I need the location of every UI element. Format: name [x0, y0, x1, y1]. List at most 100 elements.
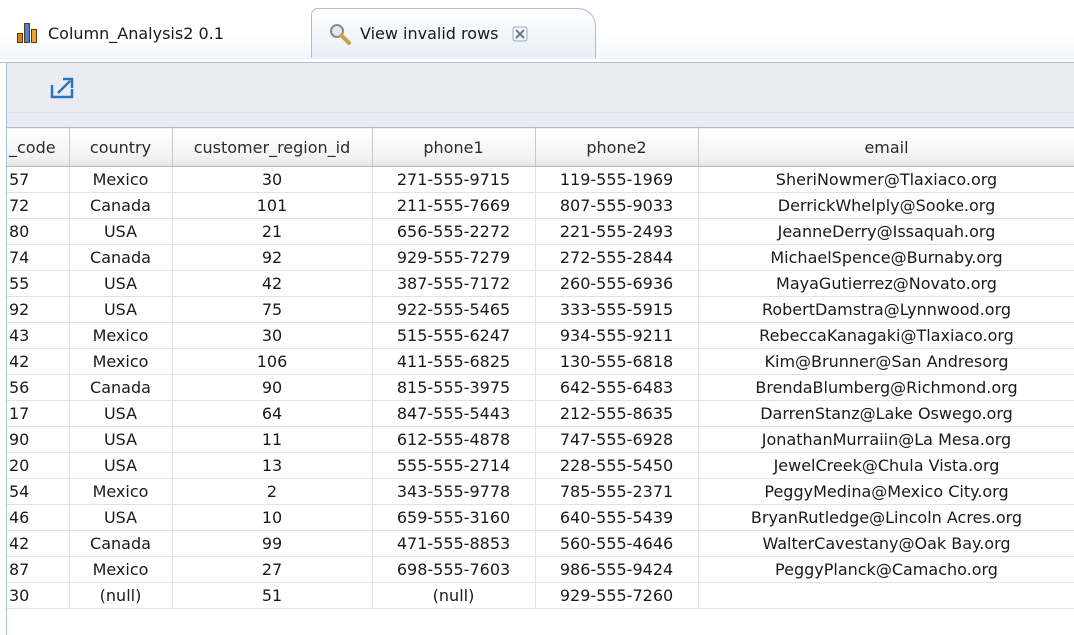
cell-email[interactable]: JonathanMurraiin@La Mesa.org	[698, 426, 1074, 453]
cell-customer-region-id[interactable]: 106	[172, 348, 373, 375]
cell-customer-region-id[interactable]: 101	[172, 192, 373, 219]
cell-phone2[interactable]: 747-555-6928	[535, 426, 699, 453]
column-header-email[interactable]: email	[698, 127, 1074, 167]
cell-phone2[interactable]: 642-555-6483	[535, 374, 699, 401]
cell-email[interactable]: MichaelSpence@Burnaby.org	[698, 244, 1074, 271]
cell-phone1[interactable]: 387-555-7172	[372, 270, 536, 297]
cell-phone1[interactable]: 555-555-2714	[372, 452, 536, 479]
cell-code[interactable]: 46	[7, 504, 70, 531]
table-row[interactable]: 46 USA 10 659-555-3160 640-555-5439 BryanRutl…	[7, 504, 1074, 531]
cell-customer-region-id[interactable]: 2	[172, 478, 373, 505]
cell-phone1[interactable]: 815-555-3975	[372, 374, 536, 401]
cell-phone1[interactable]: 929-555-7279	[372, 244, 536, 271]
table-row[interactable]: 55 USA 42 387-555-7172 260-555-6936 MayaGutie…	[7, 270, 1074, 297]
cell-phone1[interactable]: 922-555-5465	[372, 296, 536, 323]
cell-customer-region-id[interactable]: 90	[172, 374, 373, 401]
cell-customer-region-id[interactable]: 13	[172, 452, 373, 479]
cell-phone2[interactable]: 130-555-6818	[535, 348, 699, 375]
cell-phone2[interactable]: 272-555-2844	[535, 244, 699, 271]
cell-country[interactable]: USA	[69, 218, 173, 245]
cell-email[interactable]: DerrickWhelply@Sooke.org	[698, 192, 1074, 219]
tab-column-analysis[interactable]: Column_Analysis2 0.1	[6, 8, 311, 58]
cell-code[interactable]: 42	[7, 348, 70, 375]
cell-customer-region-id[interactable]: 10	[172, 504, 373, 531]
cell-country[interactable]: Mexico	[69, 348, 173, 375]
cell-phone1[interactable]: 411-555-6825	[372, 348, 536, 375]
cell-code[interactable]: 56	[7, 374, 70, 401]
cell-code[interactable]: 74	[7, 244, 70, 271]
table-row[interactable]: 30 (null) 51 (null) 929-555-7260	[7, 582, 1074, 609]
cell-country[interactable]: USA	[69, 296, 173, 323]
cell-phone2[interactable]: 333-555-5915	[535, 296, 699, 323]
cell-code[interactable]: 30	[7, 582, 70, 609]
cell-phone1[interactable]: 515-555-6247	[372, 322, 536, 349]
cell-code[interactable]: 87	[7, 556, 70, 583]
table-row[interactable]: 72 Canada 101 211-555-7669 807-555-9033 Derri…	[7, 192, 1074, 219]
cell-phone2[interactable]: 640-555-5439	[535, 504, 699, 531]
cell-phone2[interactable]: 212-555-8635	[535, 400, 699, 427]
cell-phone2[interactable]: 934-555-9211	[535, 322, 699, 349]
cell-email[interactable]: PeggyMedina@Mexico City.org	[698, 478, 1074, 505]
cell-phone2[interactable]: 929-555-7260	[535, 582, 699, 609]
column-header-customer-region-id[interactable]: customer_region_id	[172, 127, 373, 167]
cell-country[interactable]: Mexico	[69, 478, 173, 505]
cell-email[interactable]: WalterCavestany@Oak Bay.org	[698, 530, 1074, 557]
table-row[interactable]: 74 Canada 92 929-555-7279 272-555-2844 Michae…	[7, 244, 1074, 271]
cell-email[interactable]	[698, 582, 1074, 609]
cell-code[interactable]: 20	[7, 452, 70, 479]
table-row[interactable]: 42 Canada 99 471-555-8853 560-555-4646 Walter…	[7, 530, 1074, 557]
cell-customer-region-id[interactable]: 27	[172, 556, 373, 583]
cell-email[interactable]: PeggyPlanck@Camacho.org	[698, 556, 1074, 583]
cell-customer-region-id[interactable]: 30	[172, 322, 373, 349]
cell-email[interactable]: SheriNowmer@Tlaxiaco.org	[698, 166, 1074, 193]
table-row[interactable]: 42 Mexico 106 411-555-6825 130-555-6818 Kim@B…	[7, 348, 1074, 375]
tab-view-invalid-rows[interactable]: View invalid rows	[311, 8, 596, 58]
cell-phone1[interactable]: 211-555-7669	[372, 192, 536, 219]
cell-country[interactable]: USA	[69, 426, 173, 453]
cell-code[interactable]: 80	[7, 218, 70, 245]
table-row[interactable]: 87 Mexico 27 698-555-7603 986-555-9424 PeggyP…	[7, 556, 1074, 583]
cell-phone2[interactable]: 119-555-1969	[535, 166, 699, 193]
cell-phone1[interactable]: 612-555-4878	[372, 426, 536, 453]
column-header-country[interactable]: country	[69, 127, 173, 167]
cell-country[interactable]: Canada	[69, 374, 173, 401]
cell-phone1[interactable]: 847-555-5443	[372, 400, 536, 427]
cell-email[interactable]: DarrenStanz@Lake Oswego.org	[698, 400, 1074, 427]
table-row[interactable]: 90 USA 11 612-555-4878 747-555-6928 JonathanM…	[7, 426, 1074, 453]
cell-phone2[interactable]: 260-555-6936	[535, 270, 699, 297]
cell-email[interactable]: JewelCreek@Chula Vista.org	[698, 452, 1074, 479]
cell-country[interactable]: Mexico	[69, 322, 173, 349]
export-icon[interactable]	[49, 73, 77, 101]
cell-email[interactable]: MayaGutierrez@Novato.org	[698, 270, 1074, 297]
cell-customer-region-id[interactable]: 11	[172, 426, 373, 453]
table-row[interactable]: 56 Canada 90 815-555-3975 642-555-6483 Brenda…	[7, 374, 1074, 401]
cell-code[interactable]: 90	[7, 426, 70, 453]
cell-email[interactable]: RebeccaKanagaki@Tlaxiaco.org	[698, 322, 1074, 349]
cell-code[interactable]: 72	[7, 192, 70, 219]
cell-country[interactable]: Mexico	[69, 556, 173, 583]
cell-country[interactable]: Canada	[69, 244, 173, 271]
cell-code[interactable]: 42	[7, 530, 70, 557]
cell-country[interactable]: Canada	[69, 530, 173, 557]
cell-country[interactable]: USA	[69, 452, 173, 479]
cell-code[interactable]: 55	[7, 270, 70, 297]
column-header-phone1[interactable]: phone1	[372, 127, 536, 167]
cell-customer-region-id[interactable]: 42	[172, 270, 373, 297]
cell-email[interactable]: BrendaBlumberg@Richmond.org	[698, 374, 1074, 401]
cell-email[interactable]: JeanneDerry@Issaquah.org	[698, 218, 1074, 245]
table-row[interactable]: 43 Mexico 30 515-555-6247 934-555-9211 Rebecc…	[7, 322, 1074, 349]
cell-code[interactable]: 92	[7, 296, 70, 323]
cell-phone2[interactable]: 785-555-2371	[535, 478, 699, 505]
table-row[interactable]: 54 Mexico 2 343-555-9778 785-555-2371 PeggyMe…	[7, 478, 1074, 505]
table-row[interactable]: 17 USA 64 847-555-5443 212-555-8635 DarrenSta…	[7, 400, 1074, 427]
cell-customer-region-id[interactable]: 64	[172, 400, 373, 427]
table-row[interactable]: 92 USA 75 922-555-5465 333-555-5915 RobertDam…	[7, 296, 1074, 323]
cell-customer-region-id[interactable]: 99	[172, 530, 373, 557]
cell-phone1[interactable]: 271-555-9715	[372, 166, 536, 193]
cell-phone2[interactable]: 221-555-2493	[535, 218, 699, 245]
cell-phone1[interactable]: (null)	[372, 582, 536, 609]
cell-phone2[interactable]: 807-555-9033	[535, 192, 699, 219]
cell-code[interactable]: 57	[7, 166, 70, 193]
cell-customer-region-id[interactable]: 21	[172, 218, 373, 245]
cell-country[interactable]: (null)	[69, 582, 173, 609]
